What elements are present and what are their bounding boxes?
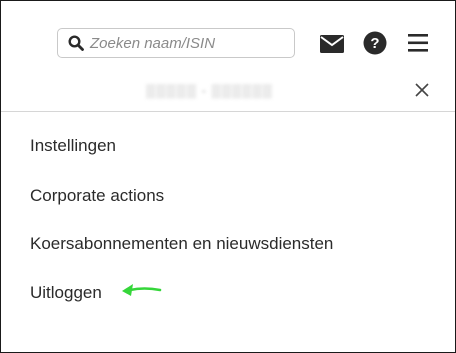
search-placeholder: Zoeken naam/ISIN [90, 34, 216, 52]
app-frame: Zoeken naam/ISIN ? ▒▒▒▒▒ - ▒▒▒▒▒▒ Instel… [0, 0, 456, 353]
account-bar: ▒▒▒▒▒ - ▒▒▒▒▒▒ [1, 71, 455, 112]
svg-text:?: ? [370, 35, 379, 52]
search-icon [68, 35, 84, 51]
menu-item-koersabonnementen[interactable]: Koersabonnementen en nieuwsdiensten [30, 234, 333, 254]
menu-item-corporate-actions[interactable]: Corporate actions [30, 186, 164, 206]
hamburger-menu-icon[interactable] [407, 32, 429, 54]
search-input[interactable]: Zoeken naam/ISIN [57, 28, 295, 58]
menu-item-uitloggen[interactable]: Uitloggen [30, 283, 102, 303]
help-icon[interactable]: ? [363, 31, 387, 55]
account-number: ▒▒▒▒▒ - ▒▒▒▒▒▒ [146, 83, 273, 98]
menu-item-instellingen[interactable]: Instellingen [30, 136, 116, 156]
green-arrow-annotation-icon [120, 281, 162, 297]
close-icon[interactable] [413, 81, 431, 99]
mail-icon[interactable] [319, 34, 345, 54]
header-bar: Zoeken naam/ISIN ? [1, 1, 455, 71]
